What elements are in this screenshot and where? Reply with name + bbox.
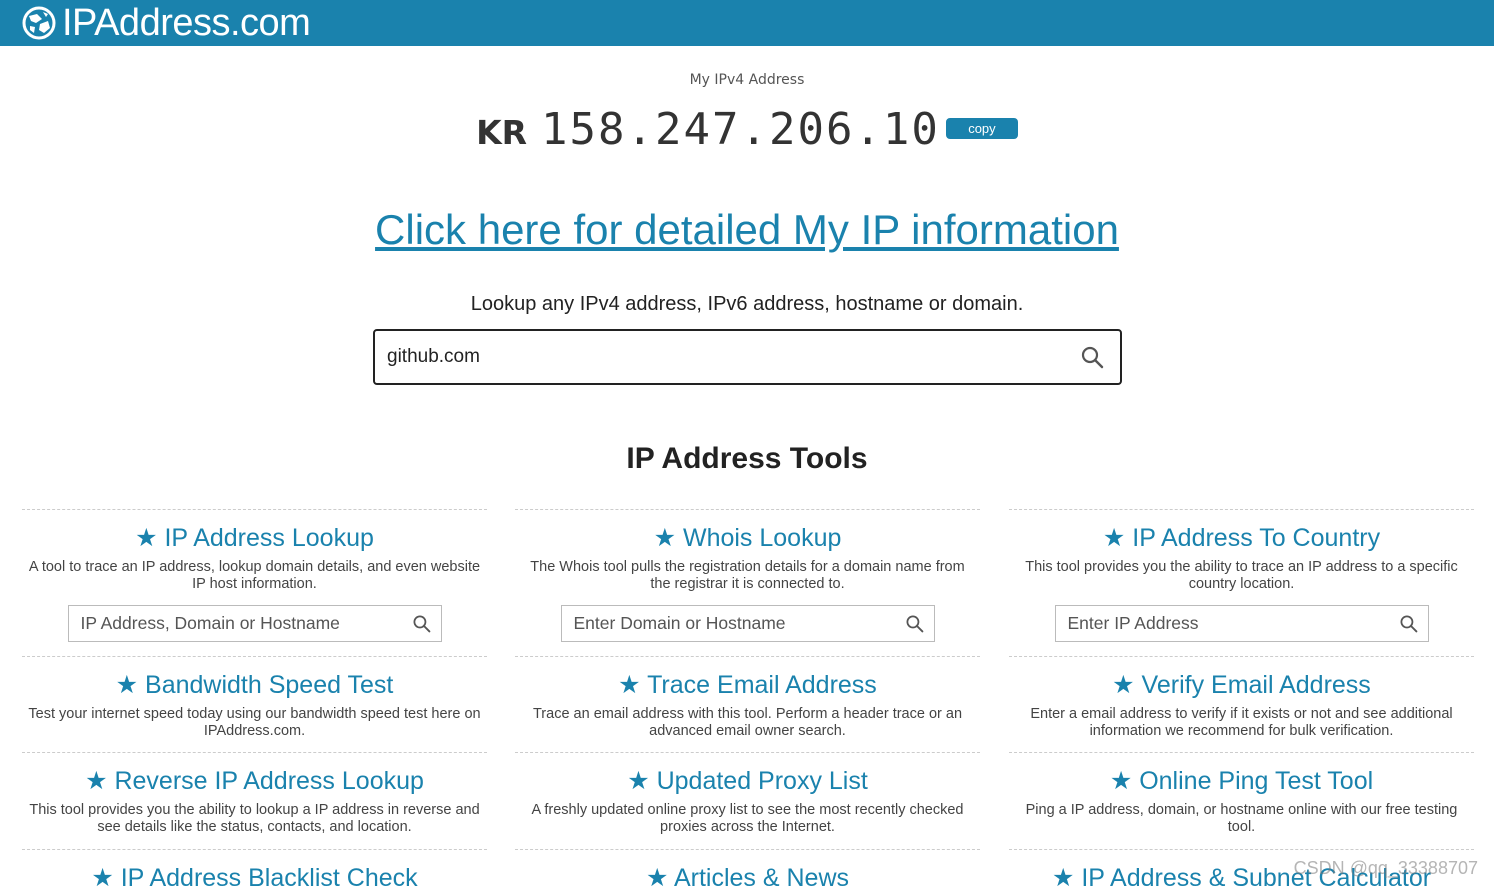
tool-title-link[interactable]: ★ Trace Email Address: [515, 670, 980, 700]
star-icon: ★: [115, 671, 139, 699]
ip-address-value: 158.247.206.10: [541, 104, 940, 155]
lookup-prompt: Lookup any IPv4 address, IPv6 address, h…: [470, 293, 1024, 315]
star-icon: ★: [1109, 767, 1133, 795]
tool-ip-to-country: ★ IP Address To Country This tool provid…: [1009, 509, 1474, 656]
tool-online-ping-test: ★ Online Ping Test Tool Ping a IP addres…: [1009, 752, 1474, 848]
tool-blacklist-check: ★ IP Address Blacklist Check: [22, 849, 487, 892]
main-lookup-input[interactable]: [375, 331, 1067, 383]
search-icon[interactable]: [1080, 345, 1104, 369]
globe-icon: [22, 6, 56, 40]
star-icon: ★: [627, 767, 650, 795]
tool-description: Enter a email address to verify if it ex…: [1030, 706, 1453, 739]
star-icon: ★: [85, 767, 108, 795]
tool-description: A tool to trace an IP address, lookup do…: [28, 559, 481, 592]
star-icon: ★: [135, 524, 158, 552]
main-lookup-search: [373, 329, 1122, 385]
tool-title-link[interactable]: ★ Updated Proxy List: [515, 766, 980, 796]
star-icon: ★: [645, 864, 669, 892]
brand-name: IPAddress.com: [62, 2, 311, 44]
tool-trace-email: ★ Trace Email Address Trace an email add…: [515, 656, 980, 752]
tool-title-link[interactable]: ★ IP Address Lookup: [22, 523, 487, 553]
tool-articles-news: ★ Articles & News: [515, 849, 980, 892]
star-icon: ★: [91, 864, 114, 892]
ip-lookup-input[interactable]: [68, 606, 401, 641]
tool-title-link[interactable]: ★ IP Address To Country: [1009, 523, 1474, 553]
top-header-bar: IPAddress.com: [0, 0, 1494, 46]
tool-verify-email: ★ Verify Email Address Enter a email add…: [1009, 656, 1474, 752]
country-code: KR: [476, 113, 528, 152]
tool-title-link[interactable]: ★ Whois Lookup: [515, 523, 980, 553]
tool-search-box: [67, 605, 442, 642]
watermark: CSDN @qq_33388707: [1293, 858, 1478, 878]
star-icon: ★: [1102, 524, 1126, 552]
tool-title-link[interactable]: ★ Online Ping Test Tool: [1009, 766, 1474, 796]
tool-updated-proxy-list: ★ Updated Proxy List A freshly updated o…: [515, 752, 980, 848]
tool-ip-address-lookup: ★ IP Address Lookup A tool to trace an I…: [22, 509, 487, 656]
my-ip-row: KR 158.247.206.10 copy: [0, 104, 1494, 155]
copy-button[interactable]: copy: [945, 118, 1018, 139]
tool-description: Trace an email address with this tool. P…: [532, 706, 963, 739]
site-logo-link[interactable]: IPAddress.com: [22, 0, 311, 46]
tool-title-link[interactable]: ★ Verify Email Address: [1009, 670, 1474, 700]
my-ipv4-label: My IPv4 Address: [689, 72, 805, 88]
star-icon: ★: [1051, 864, 1075, 892]
tool-whois-lookup: ★ Whois Lookup The Whois tool pulls the …: [515, 509, 980, 656]
tool-description: Ping a IP address, domain, or hostname o…: [1025, 802, 1458, 835]
tool-bandwidth-speed-test: ★ Bandwidth Speed Test Test your interne…: [22, 656, 487, 752]
detail-link-container: Click here for detailed My IP informatio…: [0, 206, 1494, 254]
tool-title-link[interactable]: ★ Bandwidth Speed Test: [22, 670, 487, 700]
tool-reverse-ip-lookup: ★ Reverse IP Address Lookup This tool pr…: [22, 752, 487, 848]
tool-description: The Whois tool pulls the registration de…: [530, 559, 965, 592]
tool-description: This tool provides you the ability to lo…: [29, 802, 480, 835]
detailed-my-ip-link[interactable]: Click here for detailed My IP informatio…: [375, 206, 1119, 253]
star-icon: ★: [618, 671, 641, 699]
search-icon[interactable]: [1399, 614, 1418, 633]
star-icon: ★: [653, 524, 677, 552]
star-icon: ★: [1112, 671, 1135, 699]
tool-title-link[interactable]: ★ Reverse IP Address Lookup: [22, 766, 487, 796]
tool-description: This tool provides you the ability to tr…: [1025, 559, 1458, 592]
tool-search-box: [560, 605, 935, 642]
search-icon[interactable]: [905, 614, 924, 633]
tool-search-box: [1054, 605, 1429, 642]
tools-section-title: IP Address Tools: [626, 442, 868, 475]
ip-to-country-input[interactable]: [1055, 606, 1388, 641]
tool-description: Test your internet speed today using our…: [28, 706, 481, 739]
tool-description: A freshly updated online proxy list to s…: [531, 802, 964, 835]
whois-input[interactable]: [561, 606, 894, 641]
search-icon[interactable]: [412, 614, 431, 633]
